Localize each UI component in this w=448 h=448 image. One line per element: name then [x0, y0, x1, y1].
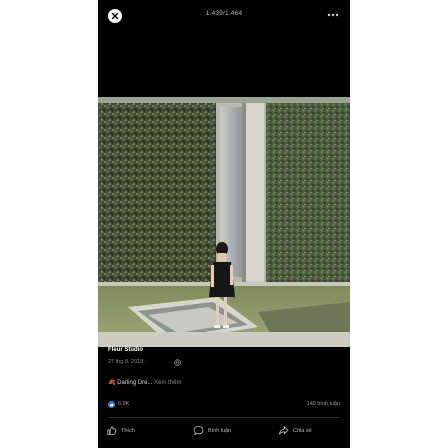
like-reaction-badge — [108, 401, 115, 408]
like-label: Thích — [121, 427, 135, 434]
more-options-button[interactable] — [326, 10, 340, 20]
thumbs-up-icon — [110, 403, 114, 407]
like-button[interactable]: Thích — [106, 425, 135, 436]
see-more-link[interactable]: Xem thêm — [153, 380, 181, 386]
top-bar: 1.439/1.464 — [98, 0, 350, 34]
comment-label: Bình luận — [208, 427, 232, 434]
photo-counter: 1.439/1.464 — [205, 10, 243, 17]
page-name[interactable]: Fleur Studio — [108, 347, 143, 353]
comment-button[interactable]: Bình luận — [193, 425, 231, 436]
more-icon — [327, 13, 339, 17]
share-button[interactable]: Chia sẻ — [278, 425, 312, 436]
comment-icon — [193, 425, 204, 436]
post-caption: 🍂 Darling Dre... Xem thêm — [108, 379, 182, 386]
share-label: Chia sẻ — [293, 427, 312, 434]
comment-count[interactable]: 149 bình luận — [307, 401, 340, 407]
share-icon — [278, 426, 289, 435]
divider — [108, 417, 340, 418]
post-date: 27 thg 8, 2018 · — [108, 359, 147, 365]
action-bar: Thích Bình luận Chia sẻ — [98, 421, 350, 445]
globe-icon — [174, 359, 181, 366]
photo-viewer: 1.439/1.464 Fleur Studio 27 thg 8, 2018 … — [98, 0, 350, 448]
reaction-summary: 6,9K 149 bình luận — [108, 400, 340, 410]
photo-image — [98, 97, 350, 347]
thumbs-up-outline-icon — [107, 426, 117, 436]
post-photo[interactable] — [98, 97, 350, 347]
caption-text: Darling Dre... — [115, 380, 153, 386]
reaction-count[interactable]: 6,9K — [118, 401, 129, 407]
